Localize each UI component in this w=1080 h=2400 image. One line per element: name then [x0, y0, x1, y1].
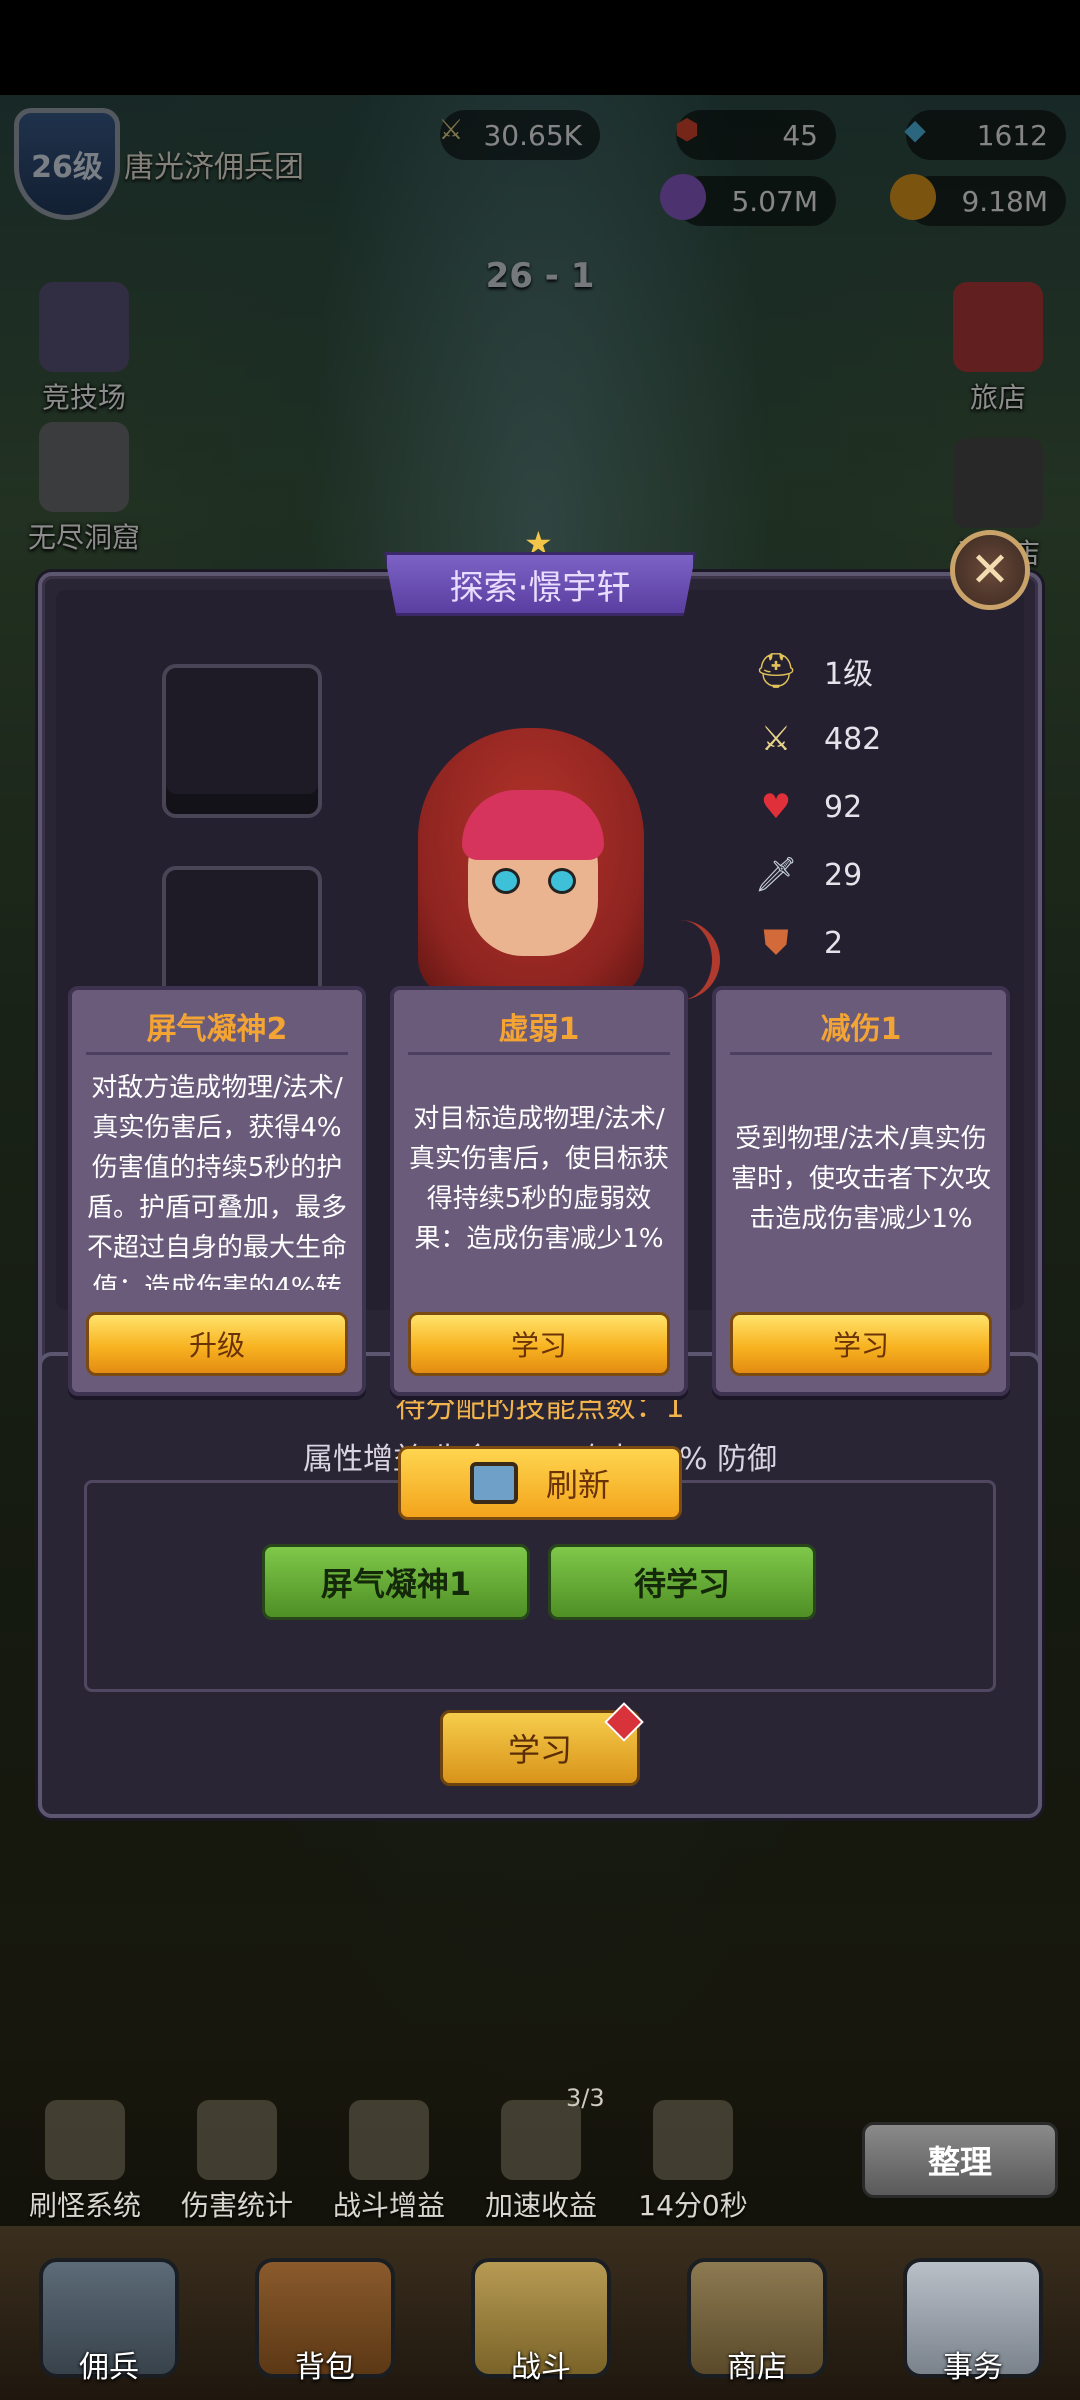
stat-attack-value: 29	[824, 857, 863, 893]
stat-hp: ♥ 92	[750, 782, 910, 832]
skill-slot-1-label: 屏气凝神1	[320, 1565, 472, 1603]
skill-card-divider	[86, 1052, 348, 1055]
sort-label: 整理	[927, 2143, 992, 2181]
skill-card-1-desc: 对敌方造成物理/法术/真实伤害后，获得4%伤害值的持续5秒的护盾。护盾可叠加，最…	[86, 1073, 347, 1290]
heart-icon: ♥	[760, 787, 792, 827]
stat-power-value: 482	[824, 721, 882, 757]
refresh-label: 刷新	[545, 1466, 610, 1504]
nav-mercenary-label: 佣兵	[79, 2350, 139, 2385]
modal-title: 探索·憬宇轩	[384, 552, 696, 616]
battle-boost-button[interactable]: 战斗增益	[324, 2100, 454, 2224]
stat-level: ⛑ 1级	[750, 646, 910, 696]
skill-slot-2-label: 待学习	[633, 1565, 730, 1603]
speed-income-label: 加速收益	[484, 2189, 597, 2222]
crossed-swords-icon: ⚔	[760, 719, 792, 759]
helmet-icon: ⛑	[754, 651, 798, 691]
stat-defense: ⛊ 2	[750, 918, 910, 968]
nav-shop[interactable]: 商店	[682, 2258, 832, 2398]
stat-attack: 🗡 29	[750, 850, 910, 900]
refresh-button[interactable]: 刷新	[398, 1446, 682, 1520]
stat-defense-value: 2	[824, 925, 844, 961]
hero-eye-left	[492, 868, 520, 894]
skill-card-2-desc: 对目标造成物理/法术/真实伤害后，使目标获得持续5秒的虚弱效果：造成伤害减少1%	[408, 1104, 669, 1254]
skill-slot-2[interactable]: 待学习	[548, 1544, 816, 1620]
battle-boost-label: 战斗增益	[332, 2189, 445, 2222]
close-button[interactable]: ✕	[950, 530, 1030, 610]
skill-card-divider	[408, 1052, 670, 1055]
skill-card-2-name: 虚弱1	[498, 1012, 580, 1047]
skill-card-2-learn-button[interactable]: 学习	[408, 1312, 670, 1376]
nav-shop-label: 商店	[727, 2350, 787, 2385]
skill-card-2: 虚弱1 对目标造成物理/法术/真实伤害后，使目标获得持续5秒的虚弱效果：造成伤害…	[390, 986, 688, 1396]
skill-card-divider	[730, 1052, 992, 1055]
damage-stats-label: 伤害统计	[180, 2189, 293, 2222]
sort-button[interactable]: 整理	[862, 2122, 1058, 2198]
nav-backpack[interactable]: 背包	[250, 2258, 400, 2398]
skill-card-1-button-label: 升级	[188, 1329, 245, 1362]
shield-icon: ⛊	[763, 923, 789, 963]
hero-eye-right	[548, 868, 576, 894]
skill-card-2-button-label: 学习	[510, 1329, 567, 1362]
skill-card-3-button-label: 学习	[832, 1329, 889, 1362]
stat-level-value: 1级	[824, 657, 874, 692]
damage-stats-button[interactable]: 伤害统计	[172, 2100, 302, 2224]
skill-card-1: 屏气凝神2 对敌方造成物理/法术/真实伤害后，获得4%伤害值的持续5秒的护盾。护…	[68, 986, 366, 1396]
nav-backpack-label: 背包	[295, 2350, 355, 2385]
speed-income-button[interactable]: 加速收益	[476, 2100, 606, 2224]
nav-affairs-label: 事务	[943, 2350, 1003, 2385]
skill-card-3-learn-button[interactable]: 学习	[730, 1312, 992, 1376]
nav-mercenary[interactable]: 佣兵	[34, 2258, 184, 2398]
speed-income-count: 3/3	[566, 2084, 605, 2112]
skill-slot-1[interactable]: 屏气凝神1	[262, 1544, 530, 1620]
gear-icon	[45, 2100, 125, 2180]
status-bar	[0, 0, 1080, 95]
skill-card-1-upgrade-button[interactable]: 升级	[86, 1312, 348, 1376]
trophy-icon	[197, 2100, 277, 2180]
treasure-chest-icon	[653, 2100, 733, 2180]
skill-card-1-name: 屏气凝神2	[146, 1012, 288, 1047]
learn-label: 学习	[507, 1731, 572, 1769]
sword-icon	[349, 2100, 429, 2180]
skill-card-3-name: 减伤1	[820, 1012, 902, 1047]
nav-battle-label: 战斗	[511, 2350, 571, 2385]
stat-power: ⚔ 482	[750, 714, 910, 764]
skill-card-3: 减伤1 受到物理/法术/真实伤害时，使攻击者下次攻击造成伤害减少1% 学习	[712, 986, 1010, 1396]
hourglass-icon	[501, 2100, 581, 2180]
sword-icon: 🗡	[754, 855, 798, 895]
close-icon: ✕	[969, 542, 1011, 598]
chest-timer-button[interactable]: 14分0秒	[628, 2100, 758, 2224]
tv-ad-icon	[469, 1462, 518, 1504]
stat-hp-value: 92	[824, 789, 863, 825]
monster-system-label: 刷怪系统	[28, 2189, 141, 2222]
nav-affairs[interactable]: 事务	[898, 2258, 1048, 2398]
monster-system-button[interactable]: 刷怪系统	[20, 2100, 150, 2224]
chest-timer-label: 14分0秒	[638, 2189, 748, 2222]
nav-battle[interactable]: 战斗	[466, 2258, 616, 2398]
equipment-slot-1[interactable]	[162, 664, 322, 818]
hero-hair	[462, 790, 604, 860]
skill-card-3-desc: 受到物理/法术/真实伤害时，使攻击者下次攻击造成伤害减少1%	[730, 1124, 991, 1234]
